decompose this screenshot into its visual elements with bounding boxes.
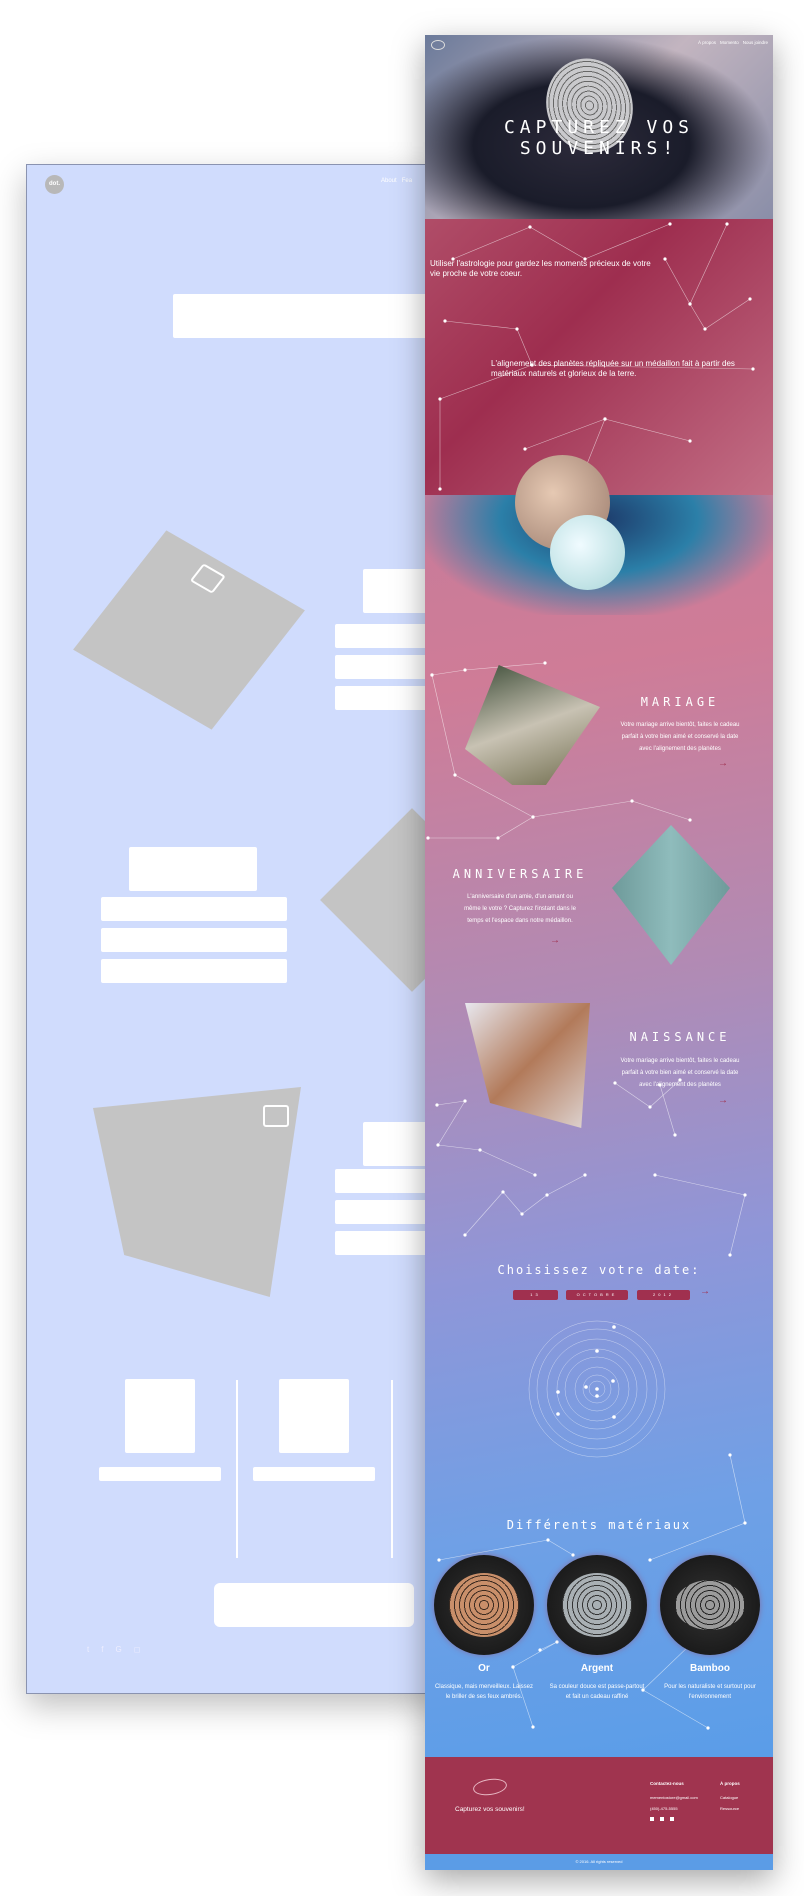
wireframe-nav-features[interactable]: Fea (402, 178, 412, 184)
hero-title: CAPTUREZ VOS SOUVENIRS! (503, 117, 695, 159)
material-argent-image (547, 1555, 647, 1655)
constellation-line (604, 418, 691, 442)
constellation-line (529, 226, 586, 260)
wireframe-card-image (125, 1379, 195, 1453)
planet-dot (595, 1387, 599, 1391)
material-or-name: Or (478, 1663, 490, 1674)
contact-title: Contactez-nous (650, 1781, 684, 1786)
star (725, 222, 729, 226)
instagram-icon[interactable]: ◻ (134, 1645, 141, 1654)
materials-title: Différents matériaux (506, 1518, 692, 1532)
google-icon[interactable] (660, 1817, 664, 1821)
twitter-icon[interactable]: t (87, 1645, 89, 1654)
constellation-line (704, 298, 751, 330)
instagram-icon[interactable] (670, 1817, 674, 1821)
wireframe-nav: About Fea (381, 178, 412, 184)
footer-logo (472, 1776, 508, 1798)
image-icon (189, 563, 226, 594)
wireframe-text-line (101, 897, 287, 921)
wireframe-hero-box (173, 294, 433, 338)
planet-dot (556, 1390, 560, 1394)
intro-section: Utiliser l'astrologie pour gardez les mo… (425, 219, 773, 495)
wireframe-image-1 (73, 530, 305, 730)
wireframe-cta-button[interactable] (214, 1583, 414, 1627)
intro-text-2: L'alignement des planètes répliquée sur … (491, 359, 735, 378)
planet-dot (612, 1415, 616, 1419)
nav-a-propos[interactable]: À propos (698, 40, 716, 45)
constellation-line (584, 223, 671, 260)
star (438, 487, 442, 491)
planet-dot (595, 1349, 599, 1353)
hero-section: À propos Momento Nous joindre CAPTUREZ V… (425, 35, 773, 219)
material-argent-name: Argent (580, 1663, 614, 1674)
material-bamboo-text: Pour les naturaliste et surtout pour l'e… (664, 1684, 756, 1700)
constellation-line (444, 320, 518, 330)
wireframe-card-text (99, 1467, 221, 1481)
planet-dot (612, 1325, 616, 1329)
material-bamboo-image (660, 1555, 760, 1655)
top-nav: À propos Momento Nous joindre (698, 40, 768, 45)
footer: Capturez vos souvenirs! Contactez-nous m… (425, 1757, 773, 1854)
planet-dot (556, 1412, 560, 1416)
footer-tagline: Capturez vos souvenirs! (455, 1806, 525, 1813)
intro-text-1: Utiliser l'astrologie pour gardez les mo… (430, 259, 651, 278)
about-title: À propos (720, 1781, 740, 1786)
copyright-bar: © 2016. All rights reserved (425, 1854, 773, 1870)
wireframe-image-3 (93, 1087, 301, 1297)
star (688, 439, 692, 443)
constellation-line (664, 258, 691, 305)
google-icon[interactable]: G (115, 1645, 121, 1654)
facebook-icon[interactable]: f (101, 1645, 103, 1654)
material-argent-text: Sa couleur douce est passe-partout et fa… (549, 1684, 645, 1700)
material-or-image (434, 1555, 534, 1655)
wireframe-text-line (101, 959, 287, 983)
wireframe-social: t f G ◻ (87, 1645, 140, 1654)
constellation-line (689, 303, 706, 330)
wireframe-divider (391, 1380, 393, 1558)
planet-dot (611, 1379, 615, 1383)
footer-social (650, 1817, 674, 1821)
nav-momento[interactable]: Momento (720, 40, 739, 45)
wireframe-text-line (101, 928, 287, 952)
footer-link-catalogue[interactable]: Catalogue (720, 1795, 738, 1800)
wireframe-card-image (279, 1379, 349, 1453)
constellation-line (689, 223, 728, 305)
site-logo[interactable] (431, 40, 445, 50)
image-icon (263, 1105, 289, 1127)
website-mockup: À propos Momento Nous joindre CAPTUREZ V… (425, 35, 773, 1870)
planet-dot (584, 1385, 588, 1389)
star (748, 297, 752, 301)
star (668, 222, 672, 226)
constellation-line (452, 226, 531, 260)
contact-email[interactable]: mementostore@gmail.com (650, 1795, 698, 1800)
occasions-section: MARIAGE Votre mariage arrive bientôt, fa… (425, 455, 773, 1757)
footer-link-ressource[interactable]: Ressource (720, 1806, 739, 1811)
material-bamboo-name: Bamboo (690, 1663, 730, 1674)
contact-phone: (450)-475-5555 (650, 1806, 678, 1811)
planet-dot (595, 1394, 599, 1398)
nav-nous-joindre[interactable]: Nous joindre (743, 40, 768, 45)
wireframe-logo[interactable]: dot. (45, 175, 64, 194)
material-or-text: Classique, mais merveilleux. Laissez le … (434, 1684, 534, 1700)
wireframe-title-box (129, 847, 257, 891)
wireframe-nav-about[interactable]: About (381, 178, 397, 184)
wireframe-page: dot. About Fea t f G ◻ (26, 164, 504, 1694)
facebook-icon[interactable] (650, 1817, 654, 1821)
constellation-line (524, 418, 606, 450)
wireframe-card-text (253, 1467, 375, 1481)
wireframe-divider (236, 1380, 238, 1558)
